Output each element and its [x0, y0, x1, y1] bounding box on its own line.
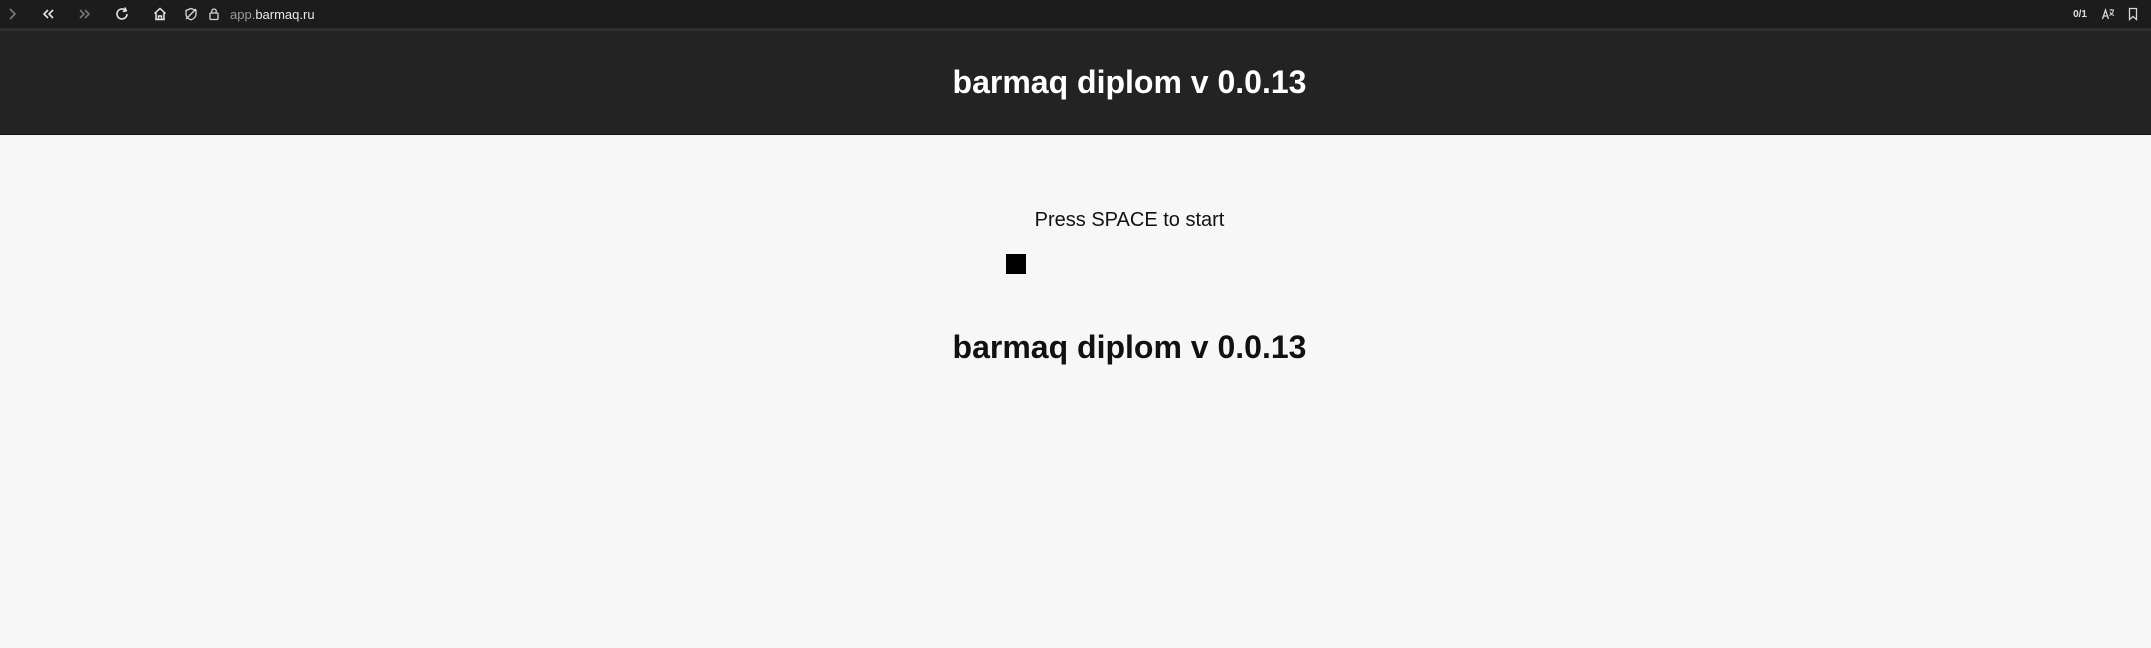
reload-icon[interactable] — [112, 4, 132, 24]
chevron-right-icon[interactable] — [2, 4, 22, 24]
url-prefix: app. — [230, 6, 256, 22]
lock-icon — [208, 7, 220, 21]
app-header: barmaq diplom v 0.0.13 — [0, 31, 2151, 135]
game-title: barmaq diplom v 0.0.13 — [952, 329, 1307, 365]
back-double-icon[interactable] — [38, 4, 58, 24]
translate-icon[interactable] — [2101, 7, 2115, 21]
game-area[interactable]: Press SPACE to start barmaq diplom v 0.0… — [0, 135, 2151, 648]
start-prompt: Press SPACE to start — [1034, 209, 1225, 231]
url-host: barmaq.ru — [255, 6, 315, 22]
address-bar[interactable]: app.barmaq.ru — [184, 0, 315, 28]
forward-double-icon[interactable] — [75, 4, 95, 24]
page-title: barmaq diplom v 0.0.13 — [952, 64, 1307, 100]
home-icon[interactable] — [150, 4, 170, 24]
url-text[interactable]: app.barmaq.ru — [230, 7, 315, 22]
browser-toolbar: app.barmaq.ru 0/1 — [0, 0, 2151, 31]
find-counter: 0/1 — [2073, 8, 2087, 20]
bookmark-icon[interactable] — [2127, 7, 2139, 21]
toolbar-right: 0/1 — [2073, 0, 2151, 28]
shield-off-icon[interactable] — [184, 7, 198, 21]
player-square — [1006, 254, 1026, 274]
